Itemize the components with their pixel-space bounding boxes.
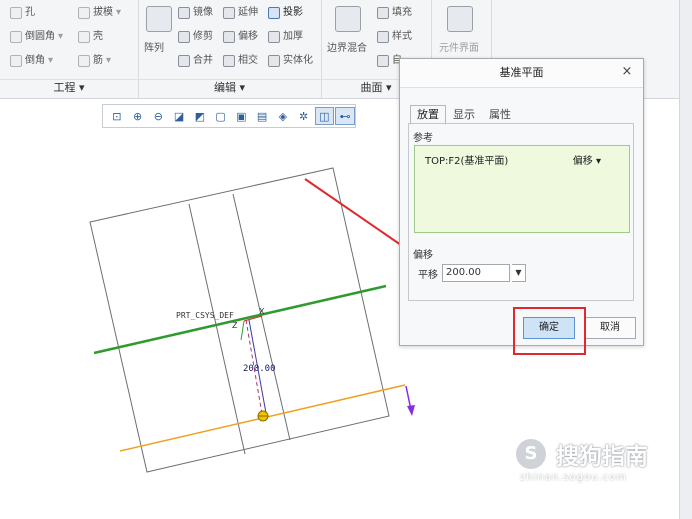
csys-y-axis <box>240 320 245 341</box>
csys-z-label: Z <box>232 321 238 330</box>
refit-icon[interactable]: ⊡ <box>107 107 127 125</box>
cancel-button[interactable]: 取消 <box>584 317 636 339</box>
reference-type-dropdown[interactable]: 偏移 ▾ <box>573 152 601 167</box>
view-toolbar: ⊡ ⊕ ⊖ ◪ ◩ ▢ ▣ ▤ ◈ ✲ ◫ ⊷ <box>102 104 356 128</box>
view-orient-icon[interactable]: ▣ <box>232 107 252 125</box>
tab-display[interactable]: 显示 <box>446 105 482 125</box>
csys-icon[interactable]: ⊷ <box>335 107 356 125</box>
reference-plane-edge <box>93 284 387 355</box>
watermark-url: zhinan.sogou.com <box>520 472 628 483</box>
dimension-value: 200.00 <box>243 364 276 374</box>
right-scroll-bar[interactable] <box>679 0 692 519</box>
references-label: 参考 <box>413 133 433 144</box>
dialog-title: 基准平面 <box>400 59 643 88</box>
csys-x-label: X <box>259 307 265 316</box>
datum-display-icon[interactable]: ◈ <box>273 107 293 125</box>
sogou-logo-icon: S <box>514 437 548 471</box>
dialog-tabs: 放置 显示 属性 <box>410 105 518 125</box>
watermark-brand: 搜狗指南 <box>556 444 648 470</box>
annotation-icon[interactable]: ◫ <box>314 107 335 125</box>
arrow-head-icon <box>407 405 415 416</box>
tab-placement[interactable]: 放置 <box>410 105 446 125</box>
spin-center-icon[interactable]: ✲ <box>294 107 314 125</box>
ok-button[interactable]: 确定 <box>523 317 575 339</box>
tab-properties[interactable]: 属性 <box>482 105 518 125</box>
display-style-icon[interactable]: ◩ <box>190 107 210 125</box>
translation-row: 平移 200.00 ▼ <box>418 264 526 282</box>
translation-input[interactable]: 200.00 <box>442 264 510 282</box>
offset-label: 偏移 <box>413 250 433 261</box>
translation-label: 平移 <box>418 269 438 281</box>
watermark: S 搜狗指南 zhinan.sogou.com <box>514 437 674 487</box>
reference-item[interactable]: TOP:F2(基准平面) <box>425 152 508 167</box>
references-collector[interactable]: TOP:F2(基准平面) 偏移 ▾ <box>414 145 630 233</box>
zoom-out-icon[interactable]: ⊖ <box>149 107 169 125</box>
close-icon[interactable]: × <box>619 64 635 80</box>
repaint-icon[interactable]: ◪ <box>169 107 189 125</box>
chevron-down-icon[interactable]: ▼ <box>512 264 526 282</box>
placement-panel: 参考 TOP:F2(基准平面) 偏移 ▾ 偏移 平移 200.00 ▼ <box>408 123 634 301</box>
zoom-in-icon[interactable]: ⊕ <box>128 107 148 125</box>
saved-views-icon[interactable]: ▢ <box>211 107 231 125</box>
csys-label: PRT_CSYS_DEF <box>176 311 234 320</box>
plane-divider-line <box>232 193 291 441</box>
datum-plane-dialog: 基准平面 × 放置 显示 属性 参考 TOP:F2(基准平面) 偏移 ▾ 偏移 … <box>399 58 644 346</box>
view-manager-icon[interactable]: ▤ <box>252 107 272 125</box>
